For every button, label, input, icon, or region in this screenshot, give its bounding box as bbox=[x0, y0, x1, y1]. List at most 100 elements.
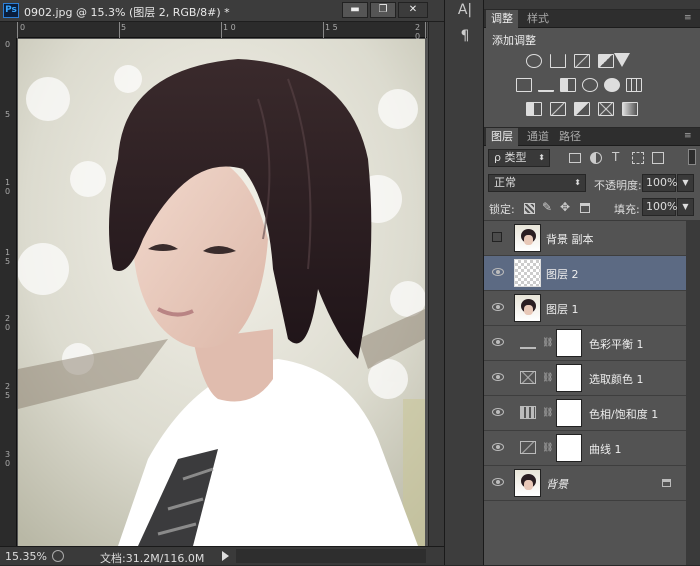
filter-pixel-icon[interactable] bbox=[569, 153, 581, 163]
invert-icon[interactable] bbox=[526, 102, 542, 116]
lock-position-icon[interactable]: ✥ bbox=[560, 200, 570, 214]
filter-shape-icon[interactable] bbox=[632, 152, 644, 164]
status-menu-icon[interactable] bbox=[52, 550, 64, 562]
filter-adjustment-icon[interactable] bbox=[590, 152, 602, 164]
layer-name[interactable]: 背景 bbox=[546, 476, 568, 492]
exposure-icon[interactable] bbox=[598, 54, 614, 68]
layer-row[interactable]: ⛓ 色彩平衡 1 bbox=[484, 326, 686, 361]
lock-icon bbox=[662, 479, 671, 487]
color-lookup-icon[interactable] bbox=[626, 78, 642, 92]
status-bar: 15.35% 文档:31.2M/116.0M bbox=[0, 546, 444, 565]
opacity-dropdown[interactable]: ▼ bbox=[677, 174, 694, 192]
panel-menu-icon[interactable]: ≡ bbox=[684, 13, 692, 23]
layer-row[interactable]: ⛓ 色相/饱和度 1 bbox=[484, 396, 686, 431]
layer-name[interactable]: 图层 2 bbox=[546, 266, 579, 282]
eye-icon[interactable] bbox=[492, 338, 504, 346]
layer-thumbnail bbox=[514, 294, 541, 322]
layer-filter-select[interactable]: ρ 类型 ⬍ bbox=[488, 149, 550, 167]
ruler-horizontal[interactable]: 0 5 1 0 1 5 2 0 bbox=[17, 22, 427, 41]
document-canvas[interactable] bbox=[18, 39, 425, 546]
layer-name[interactable]: 色相/饱和度 1 bbox=[589, 406, 658, 422]
layers-scrollbar[interactable] bbox=[686, 221, 700, 565]
minimize-button[interactable]: ▬ bbox=[342, 2, 368, 18]
layer-name[interactable]: 背景 副本 bbox=[546, 231, 594, 247]
layer-mask-thumbnail[interactable] bbox=[556, 399, 582, 427]
eye-icon[interactable] bbox=[492, 408, 504, 416]
selective-color-adjustment-icon[interactable] bbox=[598, 102, 614, 116]
layers-panel-menu-icon[interactable]: ≡ bbox=[684, 131, 692, 141]
ruler-vertical[interactable]: 0 5 1 0 1 5 2 0 2 5 3 0 bbox=[0, 38, 17, 546]
black-white-icon[interactable] bbox=[560, 78, 576, 92]
eye-icon[interactable] bbox=[492, 303, 504, 311]
photo-filter-icon[interactable] bbox=[582, 78, 598, 92]
layer-name[interactable]: 选取颜色 1 bbox=[589, 371, 644, 387]
document-size-info: 文档:31.2M/116.0M bbox=[100, 552, 205, 565]
levels-icon[interactable] bbox=[550, 54, 566, 68]
layer-row[interactable]: 背景 bbox=[484, 466, 686, 501]
adjustments-panel: 添加调整 bbox=[484, 28, 700, 127]
tab-channels[interactable]: 通道 bbox=[522, 128, 554, 146]
visibility-toggle-off[interactable] bbox=[492, 232, 502, 242]
panel-top-strip bbox=[484, 0, 700, 9]
document-titlebar[interactable]: Ps 0902.jpg @ 15.3% (图层 2, RGB/8#) * ▬ ❐… bbox=[0, 0, 444, 22]
layer-mask-thumbnail[interactable] bbox=[556, 434, 582, 462]
channel-mixer-icon[interactable] bbox=[604, 78, 620, 92]
eye-icon[interactable] bbox=[492, 268, 504, 276]
layer-name[interactable]: 图层 1 bbox=[546, 301, 579, 317]
eye-icon[interactable] bbox=[492, 373, 504, 381]
zoom-level[interactable]: 15.35% bbox=[5, 550, 47, 563]
layer-name[interactable]: 曲线 1 bbox=[589, 441, 622, 457]
opacity-input[interactable]: 100% bbox=[642, 174, 677, 192]
curves-adjustment-icon[interactable] bbox=[574, 54, 590, 68]
layer-row-selected[interactable]: 图层 2 bbox=[484, 256, 686, 291]
link-icon[interactable]: ⛓ bbox=[542, 408, 553, 418]
horizontal-scrollbar[interactable] bbox=[236, 549, 426, 563]
close-button[interactable]: ✕ bbox=[398, 2, 428, 18]
tab-layers[interactable]: 图层 bbox=[486, 128, 518, 146]
vibrance-icon[interactable] bbox=[614, 53, 630, 67]
layer-row[interactable]: 图层 1 bbox=[484, 291, 686, 326]
filter-smartobject-icon[interactable] bbox=[652, 152, 664, 164]
threshold-icon[interactable] bbox=[574, 102, 590, 116]
vertical-scrollbar[interactable] bbox=[428, 22, 444, 546]
character-panel-icon[interactable]: A| bbox=[455, 0, 475, 20]
eye-icon[interactable] bbox=[492, 443, 504, 451]
layer-row[interactable]: 背景 副本 bbox=[484, 221, 686, 256]
hue-saturation-adjustment-icon[interactable] bbox=[516, 78, 532, 92]
layer-mask-thumbnail[interactable] bbox=[556, 364, 582, 392]
right-panels: 调整 样式 ≡ 添加调整 图层 通道 路径 ≡ ρ 类型 ⬍ T 正常 ⬍ 不透… bbox=[484, 0, 700, 565]
layers-panel: ρ 类型 ⬍ T 正常 ⬍ 不透明度: 100% ▼ 锁定: ✎ ✥ 填充: 1… bbox=[484, 146, 700, 565]
gradient-map-icon[interactable] bbox=[622, 102, 638, 116]
curves-icon bbox=[520, 441, 536, 454]
lock-pixels-icon[interactable]: ✎ bbox=[542, 200, 552, 214]
fill-input[interactable]: 100% bbox=[642, 198, 677, 216]
paragraph-panel-icon[interactable]: ¶ bbox=[455, 26, 475, 46]
color-balance-adjustment-icon[interactable] bbox=[538, 78, 554, 92]
lock-transparent-icon[interactable] bbox=[524, 203, 535, 214]
tab-styles[interactable]: 样式 bbox=[522, 10, 554, 28]
eye-icon[interactable] bbox=[492, 478, 504, 486]
layer-name[interactable]: 色彩平衡 1 bbox=[589, 336, 644, 352]
posterize-icon[interactable] bbox=[550, 102, 566, 116]
layers-tabbar: 图层 通道 路径 ≡ bbox=[484, 128, 700, 146]
filter-type-icon[interactable]: T bbox=[612, 150, 619, 164]
lock-all-icon[interactable] bbox=[580, 203, 590, 213]
layer-row[interactable]: ⛓ 曲线 1 bbox=[484, 431, 686, 466]
tab-paths[interactable]: 路径 bbox=[554, 128, 586, 146]
brightness-contrast-icon[interactable] bbox=[526, 54, 542, 68]
fill-dropdown[interactable]: ▼ bbox=[677, 198, 694, 216]
link-icon[interactable]: ⛓ bbox=[542, 373, 553, 383]
ruler-corner[interactable] bbox=[0, 22, 17, 38]
link-icon[interactable]: ⛓ bbox=[542, 443, 553, 453]
fill-label: 填充: bbox=[614, 203, 640, 216]
document-title: 0902.jpg @ 15.3% (图层 2, RGB/8#) * bbox=[24, 6, 230, 19]
tab-adjustments[interactable]: 调整 bbox=[486, 10, 518, 28]
link-icon[interactable]: ⛓ bbox=[542, 338, 553, 348]
status-expand-icon[interactable] bbox=[222, 551, 229, 561]
blend-mode-select[interactable]: 正常 ⬍ bbox=[488, 174, 586, 192]
filter-toggle-switch[interactable] bbox=[688, 149, 696, 165]
layer-mask-thumbnail[interactable] bbox=[556, 329, 582, 357]
layer-row[interactable]: ⛓ 选取颜色 1 bbox=[484, 361, 686, 396]
chevron-down-icon: ⬍ bbox=[538, 153, 545, 162]
maximize-button[interactable]: ❐ bbox=[370, 2, 396, 18]
